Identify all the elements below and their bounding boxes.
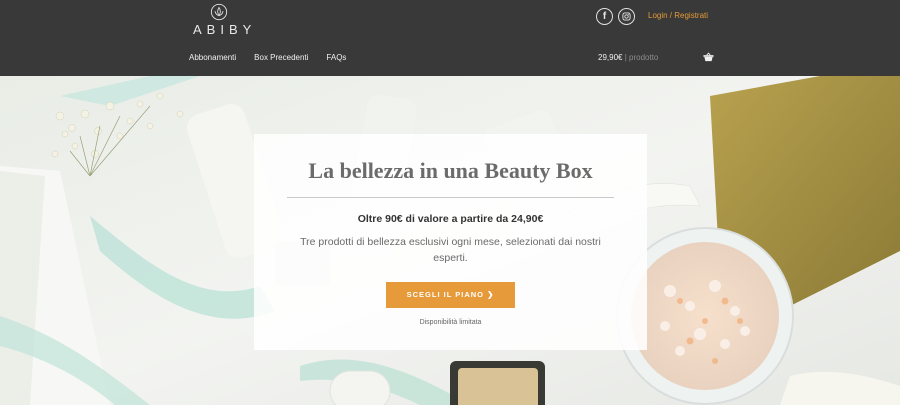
brand-name: ABIBY [193,22,257,37]
hero-subtitle: Oltre 90€ di valore a partire da 24,90€ [357,213,544,225]
availability-note: Disponibilità limitata [419,319,482,326]
nav-item-faqs[interactable]: FAQs [326,53,346,62]
facebook-button[interactable]: f [596,8,613,25]
facebook-icon: f [602,11,607,22]
hero-title: La bellezza in una Beauty Box [308,158,593,183]
cart-summary[interactable]: 29,90€ | prodotto [598,53,658,62]
hero-divider [287,197,614,198]
site-header: ABIBY Abbonamenti Box Precedenti FAQs f … [0,0,900,76]
brand-logo[interactable]: ABIBY [188,3,257,37]
hero-card: La bellezza in una Beauty Box Oltre 90€ … [254,134,647,350]
hero-banner: La bellezza in una Beauty Box Oltre 90€ … [0,76,900,405]
instagram-button[interactable] [618,8,635,25]
lotus-icon [210,3,228,21]
instagram-icon [622,12,631,21]
cart-total: 29,90€ [598,53,623,62]
choose-plan-button[interactable]: SCEGLI IL PIANO ❯ [386,282,515,308]
basket-icon[interactable] [703,52,714,62]
main-nav: Abbonamenti Box Precedenti FAQs [189,53,364,62]
hero-description: Tre prodotti di bellezza esclusivi ogni … [300,236,601,264]
cart-separator: | [624,53,627,62]
cart-items-label: prodotto [629,53,659,62]
nav-item-box-precedenti[interactable]: Box Precedenti [254,53,308,62]
login-register-link[interactable]: Login / Registrati [648,11,708,20]
nav-item-abbonamenti[interactable]: Abbonamenti [189,53,236,62]
